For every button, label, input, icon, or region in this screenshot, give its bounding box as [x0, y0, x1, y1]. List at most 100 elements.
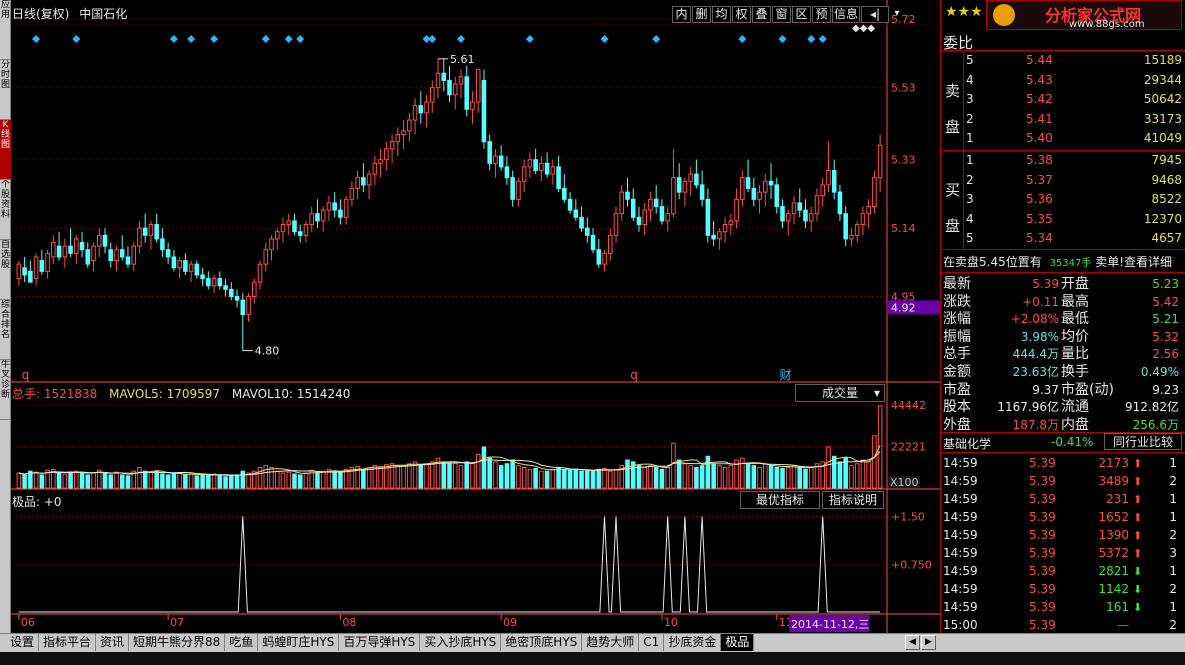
candle-body[interactable]: [79, 242, 85, 251]
volume-bar[interactable]: [642, 466, 647, 489]
chart-toolbar-button[interactable]: 删: [692, 6, 711, 23]
candle-body[interactable]: [349, 188, 355, 200]
left-toolbar-button[interactable]: 自选股: [0, 240, 11, 300]
candle-body[interactable]: [625, 191, 630, 200]
candle-body[interactable]: [303, 224, 309, 236]
candle-body[interactable]: [240, 299, 246, 316]
left-toolbar-button[interactable]: 综合排名: [0, 300, 11, 360]
volume-bar[interactable]: [223, 476, 228, 489]
candle-body[interactable]: [378, 159, 383, 164]
candle-body[interactable]: [332, 202, 337, 211]
candle-body[interactable]: [137, 227, 142, 247]
formula-tab[interactable]: 短期牛熊分界88: [129, 634, 226, 651]
left-toolbar-button[interactable]: K线图: [0, 120, 11, 180]
volume-bar[interactable]: [39, 474, 45, 489]
candle-body[interactable]: [475, 69, 481, 103]
candle-body[interactable]: [429, 87, 435, 103]
candle-body[interactable]: [636, 216, 642, 226]
candle-body[interactable]: [131, 245, 136, 265]
candle-body[interactable]: [51, 242, 56, 258]
volume-bar[interactable]: [188, 473, 194, 489]
volume-bar[interactable]: [791, 465, 797, 489]
volume-bar[interactable]: [745, 463, 751, 489]
volume-bar[interactable]: [85, 474, 91, 489]
candle-body[interactable]: [418, 105, 424, 114]
volume-bar[interactable]: [165, 474, 171, 489]
volume-bar[interactable]: [688, 465, 693, 489]
candle-body[interactable]: [619, 191, 625, 215]
candle-body[interactable]: [814, 195, 820, 215]
candle-body[interactable]: [372, 162, 378, 175]
tick-row[interactable]: 14:59 5.39 1390 ⬆ 2: [941, 527, 1181, 545]
candle-body[interactable]: [843, 213, 848, 240]
candle-body[interactable]: [263, 249, 269, 265]
candle-body[interactable]: [763, 180, 768, 193]
large-order-notice[interactable]: 在卖盘5.45位置有 35347手 卖单!查看详细: [943, 253, 1183, 270]
candle-body[interactable]: [659, 206, 665, 222]
volume-bar[interactable]: [407, 463, 412, 489]
volume-bar[interactable]: [556, 466, 561, 489]
volume-bar[interactable]: [160, 473, 165, 489]
candle-body[interactable]: [252, 281, 257, 298]
candle-body[interactable]: [527, 159, 533, 168]
chart-toolbar-button[interactable]: 内: [672, 6, 691, 23]
candle-body[interactable]: [585, 227, 590, 236]
volume-bar[interactable]: [458, 465, 464, 489]
volume-bar[interactable]: [119, 474, 125, 489]
candle-body[interactable]: [780, 206, 785, 222]
volume-bar[interactable]: [659, 468, 665, 489]
volume-bar[interactable]: [648, 465, 653, 489]
candle-body[interactable]: [688, 173, 693, 182]
volume-bar[interactable]: [142, 470, 148, 489]
volume-bar[interactable]: [826, 446, 831, 489]
volume-bar[interactable]: [573, 468, 579, 489]
candle-body[interactable]: [722, 224, 728, 233]
volume-bar[interactable]: [636, 465, 642, 489]
volume-bar[interactable]: [711, 463, 716, 489]
volume-bar[interactable]: [292, 473, 297, 489]
volume-bar[interactable]: [475, 453, 481, 489]
volume-bar[interactable]: [137, 466, 142, 489]
candle-body[interactable]: [206, 278, 211, 287]
volume-bar[interactable]: [751, 465, 757, 489]
volume-bar[interactable]: [550, 468, 556, 489]
candle-body[interactable]: [734, 198, 739, 222]
volume-bar[interactable]: [418, 464, 424, 489]
candle-body[interactable]: [803, 209, 808, 222]
volume-bar[interactable]: [269, 466, 274, 489]
volume-bar[interactable]: [56, 472, 62, 489]
volume-bar[interactable]: [234, 474, 240, 489]
candle-body[interactable]: [366, 173, 372, 186]
candle-body[interactable]: [573, 209, 579, 218]
volume-bar[interactable]: [539, 470, 544, 489]
candle-body[interactable]: [481, 79, 487, 143]
candle-body[interactable]: [85, 249, 91, 265]
sector-compare-button[interactable]: 同行业比较: [1104, 433, 1182, 450]
candle-body[interactable]: [395, 133, 401, 143]
candle-body[interactable]: [223, 285, 228, 290]
volume-bar[interactable]: [699, 465, 705, 489]
volume-bar[interactable]: [183, 474, 188, 489]
candle-body[interactable]: [728, 220, 734, 226]
candle-body[interactable]: [785, 213, 791, 222]
volume-bar[interactable]: [860, 459, 866, 489]
volume-bar[interactable]: [510, 459, 515, 489]
volume-bar[interactable]: [768, 465, 774, 489]
volume-bar[interactable]: [740, 457, 745, 489]
candle-body[interactable]: [676, 177, 682, 193]
volume-bar[interactable]: [763, 463, 768, 489]
candle-body[interactable]: [154, 224, 159, 240]
scroll-left-icon[interactable]: ◀: [905, 635, 920, 650]
volume-bar[interactable]: [395, 465, 401, 489]
volume-bar[interactable]: [676, 459, 682, 489]
formula-tab[interactable]: 蚂蝗盯庄HYS: [258, 634, 340, 651]
candle-body[interactable]: [877, 144, 883, 179]
candle-body[interactable]: [114, 249, 119, 262]
volume-bar[interactable]: [125, 475, 131, 489]
candle-body[interactable]: [28, 270, 33, 283]
volume-bar[interactable]: [211, 473, 217, 489]
volume-bar[interactable]: [757, 466, 762, 489]
candle-body[interactable]: [699, 184, 705, 200]
candle-body[interactable]: [498, 155, 504, 168]
volume-bar[interactable]: [504, 463, 510, 489]
